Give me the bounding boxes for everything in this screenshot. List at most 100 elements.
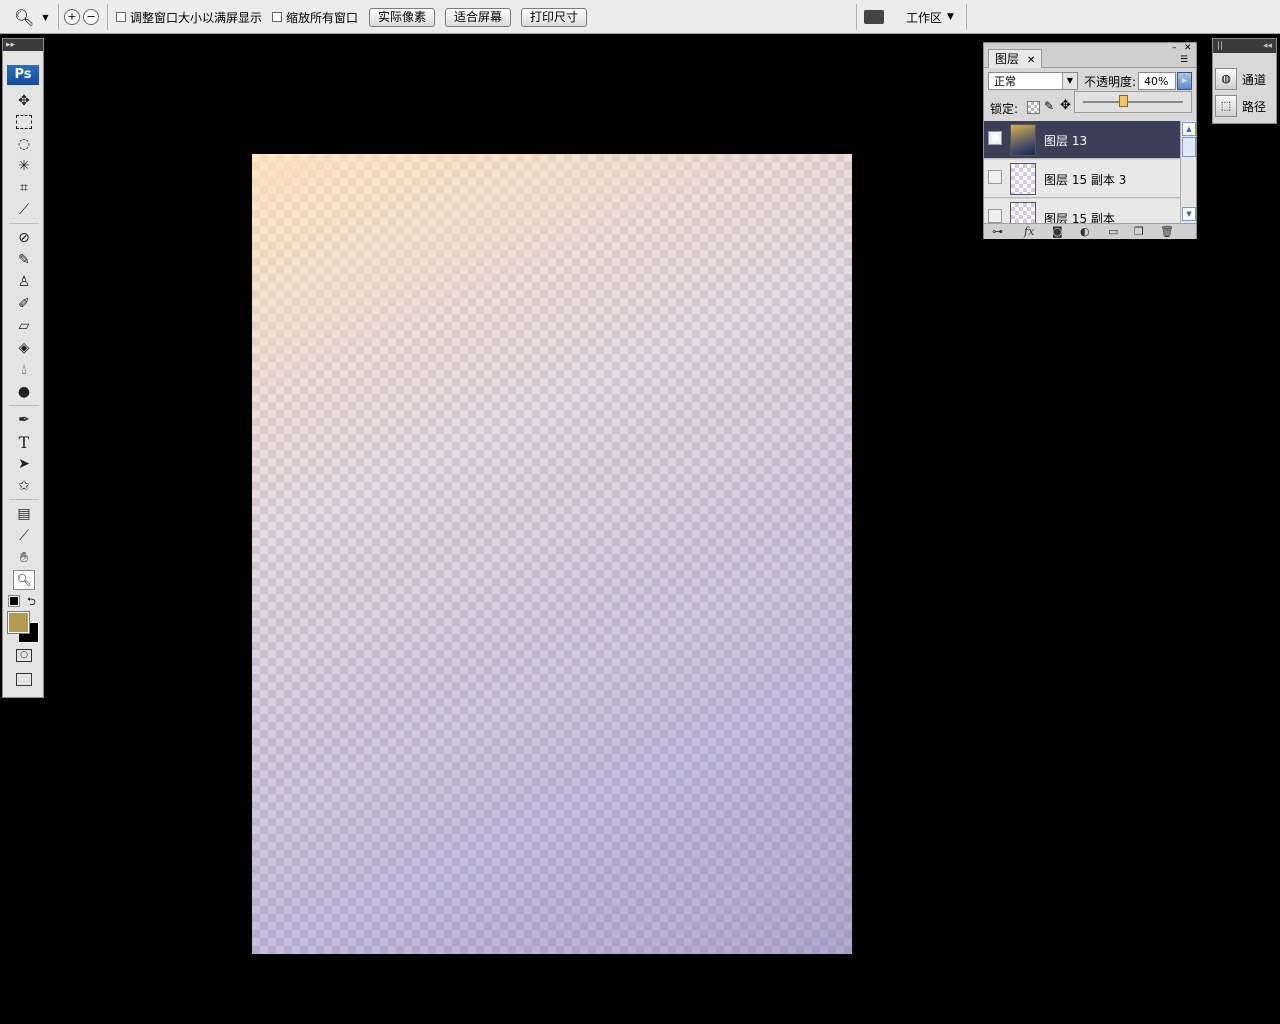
move-tool[interactable]: ✥ — [13, 91, 35, 111]
slice-tool[interactable]: ⟋ — [13, 200, 35, 220]
new-group-icon[interactable]: ▭ — [1108, 224, 1118, 239]
default-colors-icon[interactable] — [8, 595, 20, 607]
new-layer-icon[interactable]: ❐ — [1134, 224, 1144, 239]
lock-position-icon[interactable]: ✥ — [1060, 98, 1071, 113]
note-icon: ▤ — [17, 506, 31, 522]
fit-screen-button[interactable]: 适合屏幕 — [445, 7, 512, 27]
move-icon: ✥ — [18, 93, 30, 109]
zoom-all-checkbox[interactable]: 缩放所有窗口 — [272, 0, 358, 34]
eyedropper-tool[interactable]: ⟋ — [13, 526, 35, 546]
link-layers-icon[interactable]: ⊶ — [992, 224, 1003, 239]
zoom-tool-preset[interactable]: 🔍︎ ▼ — [14, 0, 48, 34]
toolbox-grip[interactable]: ▸▸ — [3, 39, 43, 51]
visibility-toggle[interactable] — [988, 209, 1002, 223]
visibility-toggle[interactable] — [988, 170, 1002, 184]
history-brush-tool[interactable]: ✐ — [13, 294, 35, 314]
opacity-input[interactable]: 40% — [1138, 72, 1176, 90]
slice-icon: ⟋ — [19, 202, 29, 218]
chevron-down-icon: ▼ — [947, 12, 954, 22]
magic-wand-icon: ✳ — [18, 158, 30, 174]
bridge-button[interactable] — [864, 0, 884, 34]
dock-grip[interactable]: || ◂◂ — [1213, 39, 1276, 53]
blend-mode-select[interactable]: 正常 ▼ — [988, 72, 1078, 90]
swap-colors-icon[interactable]: ⮌ — [27, 593, 36, 612]
opacity-slider-thumb[interactable] — [1119, 95, 1128, 107]
scroll-down-icon[interactable]: ▼ — [1182, 207, 1196, 221]
type-tool[interactable]: T — [13, 432, 35, 452]
minimize-icon[interactable]: – — [1172, 43, 1177, 53]
close-icon[interactable]: ✕ — [1027, 55, 1035, 66]
layers-tab[interactable]: 图层 ✕ — [988, 49, 1043, 68]
opacity-arrow-button[interactable]: ▸ — [1177, 72, 1192, 90]
paths-label: 路径 — [1242, 99, 1267, 114]
marquee-tool[interactable] — [13, 112, 35, 132]
screen-mode-icon — [16, 672, 32, 686]
layer-row[interactable]: 图层 15 副本 3 — [984, 160, 1180, 198]
blend-mode-value: 正常 — [994, 75, 1016, 88]
fit-window-label: 调整窗口大小以满屏显示 — [130, 10, 263, 25]
channels-icon: ◍ — [1215, 68, 1237, 90]
document-canvas[interactable] — [252, 154, 852, 954]
ps-logo: Ps — [7, 65, 39, 85]
layer-style-icon[interactable]: fx — [1024, 224, 1034, 239]
crop-icon: ⌗ — [20, 180, 28, 196]
print-size-button[interactable]: 打印尺寸 — [521, 7, 588, 27]
healing-brush-tool[interactable]: ⊘ — [13, 228, 35, 248]
layers-scrollbar[interactable]: ▲ ▼ — [1180, 121, 1196, 223]
lock-transparent-icon[interactable] — [1027, 101, 1040, 114]
lock-image-icon[interactable]: ✎ — [1044, 99, 1054, 113]
zoom-out-icon[interactable]: − — [83, 9, 99, 25]
opacity-value: 40% — [1144, 75, 1169, 88]
paths-icon: ⬚ — [1215, 95, 1237, 117]
pen-tool[interactable]: ✒ — [13, 410, 35, 430]
crop-tool[interactable]: ⌗ — [13, 178, 35, 198]
history-brush-icon: ✐ — [18, 296, 30, 312]
scroll-thumb[interactable] — [1182, 137, 1196, 157]
foreground-color-swatch[interactable] — [7, 611, 30, 634]
bridge-icon — [864, 10, 884, 24]
fit-window-checkbox[interactable]: 调整窗口大小以满屏显示 — [116, 0, 262, 34]
magic-wand-tool[interactable]: ✳ — [13, 156, 35, 176]
shape-icon: ✩ — [18, 478, 30, 494]
stamp-icon: ♙ — [17, 274, 31, 290]
workspace-menu[interactable]: 工作区 ▼ — [906, 0, 954, 34]
panel-menu-icon[interactable]: ☰ — [1180, 55, 1188, 65]
layer-mask-icon[interactable]: ◙ — [1052, 224, 1063, 239]
quick-mask-button[interactable]: ○ — [13, 645, 35, 665]
type-icon: T — [18, 432, 30, 452]
layer-row[interactable]: 图层 15 副本 — [984, 199, 1180, 223]
workspace-label: 工作区 — [906, 10, 943, 25]
lasso-tool[interactable]: ◌ — [13, 134, 35, 154]
opacity-slider-track — [1083, 101, 1183, 103]
collapsed-panel-dock: || ◂◂ ◍ 通道 ⬚ 路径 — [1212, 38, 1277, 124]
opacity-slider-popup[interactable] — [1074, 91, 1192, 113]
channels-panel-button[interactable]: ◍ 通道 — [1215, 67, 1275, 91]
dodge-tool[interactable]: ● — [13, 382, 35, 402]
paths-panel-button[interactable]: ⬚ 路径 — [1215, 94, 1275, 118]
adjustment-layer-icon[interactable]: ◐ — [1080, 224, 1090, 239]
scroll-up-icon[interactable]: ▲ — [1182, 122, 1196, 136]
clone-stamp-tool[interactable]: ♙ — [13, 272, 35, 292]
trash-icon[interactable]: 🗑︎ — [1160, 224, 1174, 239]
path-selection-tool[interactable]: ➤ — [13, 454, 35, 474]
paint-bucket-tool[interactable]: ◈ — [13, 338, 35, 358]
notes-tool[interactable]: ▤ — [13, 504, 35, 524]
pen-icon: ✒ — [18, 412, 30, 428]
lasso-icon: ◌ — [17, 136, 31, 152]
brush-tool[interactable]: ✎ — [13, 250, 35, 270]
arrow-icon: ➤ — [18, 456, 30, 472]
layer-row[interactable]: ● 图层 13 — [984, 121, 1180, 159]
options-bar: 🔍︎ ▼ + − 调整窗口大小以满屏显示 缩放所有窗口 实际像素 适合屏幕 打印… — [0, 0, 1280, 34]
shape-tool[interactable]: ✩ — [13, 476, 35, 496]
hand-tool[interactable]: ✋︎ — [13, 548, 35, 568]
actual-pixels-button[interactable]: 实际像素 — [369, 7, 436, 27]
blur-tool[interactable]: 💧︎ — [13, 360, 35, 380]
eyedropper-icon: ⟋ — [19, 528, 29, 544]
eraser-tool[interactable]: ▱ — [13, 316, 35, 336]
screen-mode-button[interactable] — [13, 669, 35, 689]
close-icon[interactable]: ✕ — [1184, 43, 1192, 53]
eye-icon[interactable]: ● — [988, 131, 1002, 145]
zoom-all-label: 缩放所有窗口 — [286, 10, 359, 25]
zoom-tool[interactable]: 🔍︎ — [13, 570, 35, 590]
zoom-in-icon[interactable]: + — [64, 9, 80, 25]
